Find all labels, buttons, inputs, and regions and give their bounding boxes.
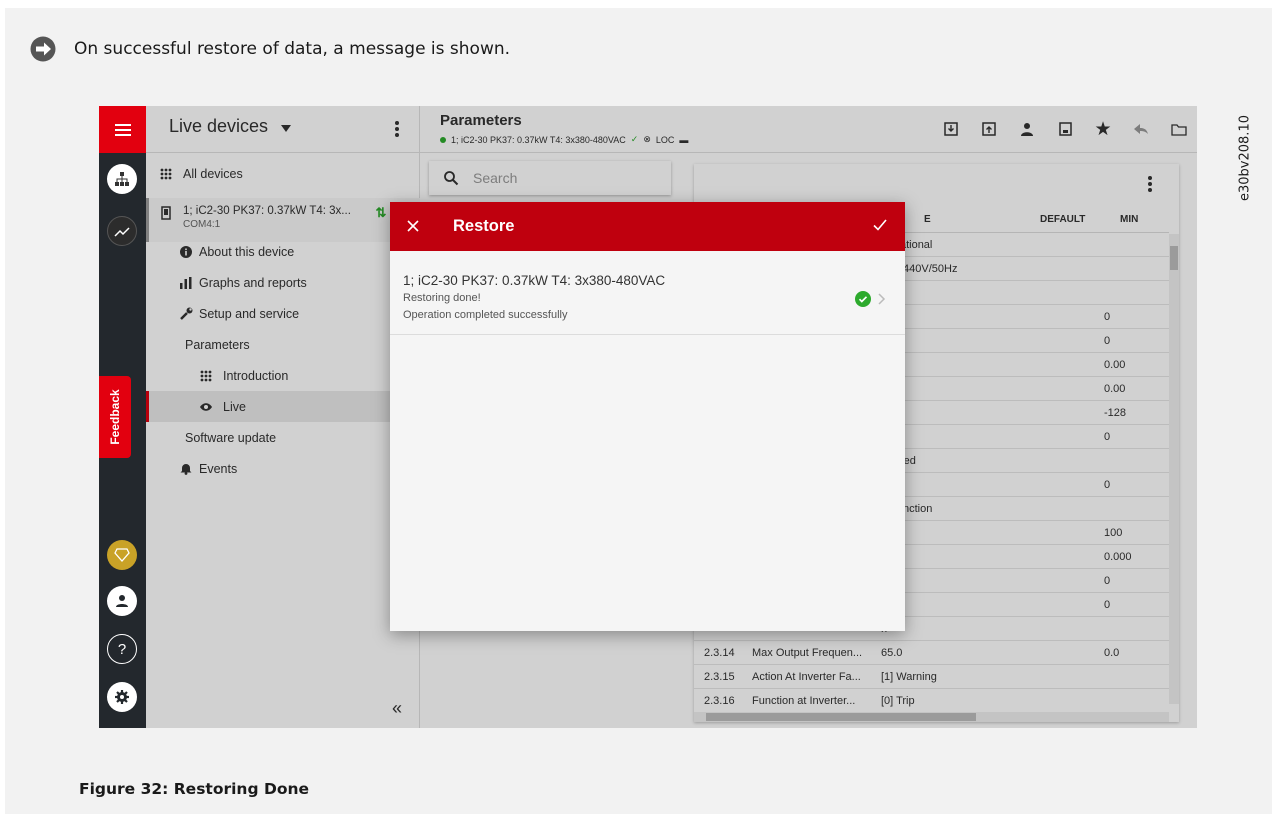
network-icon: [115, 172, 129, 186]
feedback-tab[interactable]: Feedback: [99, 376, 131, 458]
arrow-circle-right-icon: [30, 36, 56, 62]
help-button[interactable]: ?: [107, 634, 137, 664]
figure-caption: Figure 32: Restoring Done: [79, 780, 310, 798]
intro-line: On successful restore of data, a message…: [30, 36, 510, 62]
close-icon[interactable]: [404, 217, 422, 235]
success-check-icon: [855, 291, 871, 307]
restore-result-item[interactable]: 1; iC2-30 PK37: 0.37kW T4: 3x380-480VAC …: [390, 251, 905, 335]
figure-code-text: e30bv208.10: [1237, 115, 1253, 201]
network-button[interactable]: [107, 164, 137, 194]
question-icon: ?: [117, 640, 127, 658]
premium-button[interactable]: [107, 540, 137, 570]
diamond-icon: [114, 548, 130, 562]
settings-button[interactable]: [107, 682, 137, 712]
figure-code: e30bv208.10: [1235, 108, 1255, 208]
restore-status: Restoring done!: [403, 292, 481, 304]
account-button[interactable]: [107, 586, 137, 616]
menu-button[interactable]: [99, 106, 146, 153]
hamburger-icon: [114, 123, 131, 136]
restore-message: Operation completed successfully: [403, 309, 568, 321]
trending-icon: [114, 227, 130, 237]
trending-button[interactable]: [107, 216, 137, 246]
app-window: ? Live devices All devices 1; iC2-30 PK3…: [99, 106, 1197, 728]
gear-icon: [115, 690, 129, 704]
chevron-right-icon[interactable]: [876, 291, 886, 307]
dialog-title: Restore: [453, 217, 515, 235]
intro-text: On successful restore of data, a message…: [74, 39, 511, 59]
person-icon: [116, 595, 128, 607]
feedback-label: Feedback: [108, 389, 122, 445]
restore-device-name: 1; iC2-30 PK37: 0.37kW T4: 3x380-480VAC: [403, 273, 666, 288]
confirm-check-icon[interactable]: [871, 216, 889, 234]
restore-dialog: Restore 1; iC2-30 PK37: 0.37kW T4: 3x380…: [390, 202, 905, 631]
dialog-header: Restore: [390, 202, 905, 251]
